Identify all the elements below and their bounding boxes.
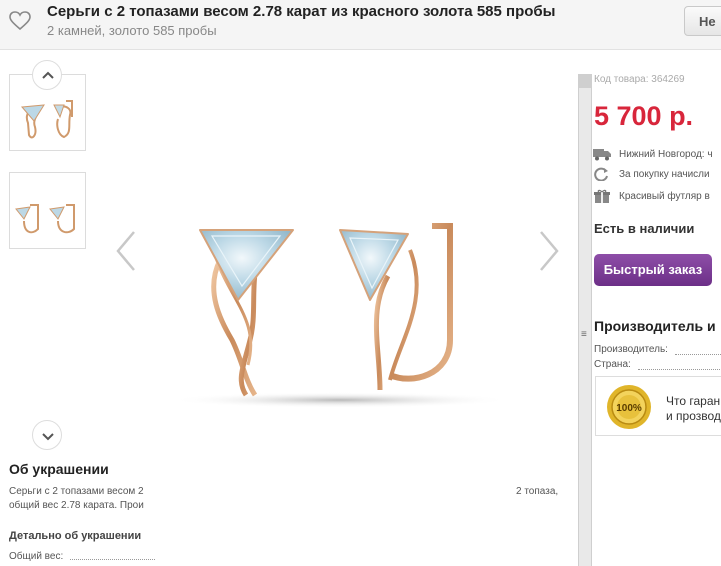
earring-right-small (53, 100, 73, 139)
splitter-cap (579, 74, 591, 88)
detail-heading: Детально об украшении (9, 530, 142, 542)
thumbnail-side[interactable] (9, 172, 86, 249)
product-title: Серьги с 2 топазами весом 2.78 карат из … (47, 3, 556, 20)
about-heading: Об украшении (9, 461, 109, 477)
guarantee-text-line-1: Что гаран (666, 394, 721, 408)
weight-label: Общий вес: (9, 551, 64, 562)
splitter-grip-icon[interactable]: ≡ (581, 329, 587, 340)
gift-text: Красивый футляр в (619, 191, 710, 202)
bonus-info[interactable]: За покупку начисли (593, 167, 721, 183)
country-label: Страна: (594, 359, 631, 370)
product-info-panel: Код товара: 364269 5 700 р. Нижний Новго… (593, 74, 721, 566)
stock-status: Есть в наличии (594, 221, 695, 236)
weight-dots (70, 559, 155, 560)
panel-splitter[interactable]: ≡ (578, 74, 592, 566)
manufacturer-label: Производитель: (594, 344, 668, 355)
product-price: 5 700 р. (594, 101, 694, 131)
gift-info[interactable]: Красивый футляр в (593, 189, 721, 205)
about-text-line-1: Серьги с 2 топазами весом 2 (9, 486, 144, 497)
earring-pair-side-small (15, 204, 75, 234)
guarantee-seal-icon: 100% (607, 385, 651, 429)
product-main-image (170, 223, 510, 408)
delivery-info[interactable]: Нижний Новгород: ч (593, 147, 721, 163)
quick-order-button[interactable]: Быстрый заказ (594, 254, 712, 286)
chevron-right-icon[interactable] (537, 230, 561, 272)
guarantee-banner[interactable]: 100% Что гаран и прозвод (595, 376, 721, 436)
chevron-left-icon[interactable] (114, 230, 138, 272)
heart-icon[interactable] (9, 11, 31, 31)
product-header: Серьги с 2 топазами весом 2.78 карат из … (0, 0, 721, 50)
thumbnails-up-button[interactable] (32, 60, 62, 90)
guarantee-text-line-2: и прозвод (666, 409, 721, 423)
country-dots (638, 369, 721, 370)
earring-left (199, 229, 294, 397)
earring-right (339, 223, 465, 391)
earring-left-small (20, 104, 45, 139)
delivery-text: Нижний Новгород: ч (619, 149, 713, 160)
chevron-up-icon (42, 71, 54, 79)
manufacturer-dots (675, 354, 721, 355)
header-action-button[interactable]: Не (684, 6, 721, 36)
maker-heading: Производитель и (594, 318, 716, 334)
product-subtitle: 2 камней, золото 585 пробы (47, 23, 217, 38)
gift-icon (594, 189, 610, 203)
about-text-line-2: общий вес 2.78 карата. Прои (9, 500, 144, 511)
svg-text:100%: 100% (616, 403, 642, 414)
about-text-line-1-end: 2 топаза, (516, 486, 559, 497)
thumbnails-down-button[interactable] (32, 420, 62, 450)
bonus-text: За покупку начисли (619, 169, 710, 180)
text-overlay (158, 483, 512, 513)
refresh-icon (594, 167, 608, 181)
truck-icon (593, 149, 611, 161)
chevron-down-icon (42, 433, 54, 441)
product-code: Код товара: 364269 (594, 74, 685, 85)
